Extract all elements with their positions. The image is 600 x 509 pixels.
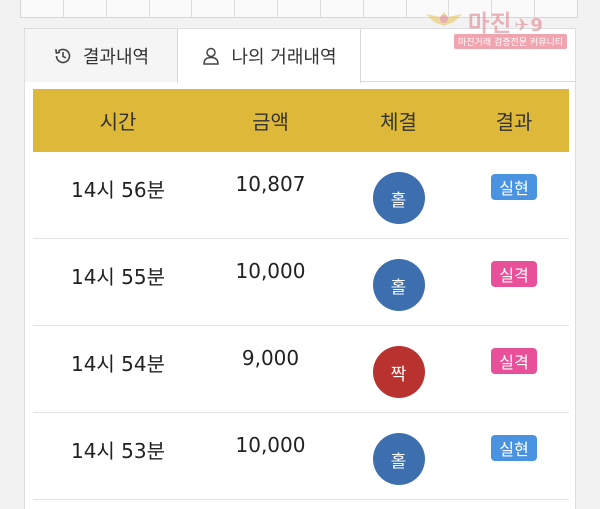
result-badge: 실격 — [491, 348, 537, 374]
watermark-title: 마진 ✈9 — [468, 11, 544, 37]
amount-text: 10,807 — [235, 172, 306, 196]
column-header-amount: 금액 — [252, 110, 289, 134]
user-icon — [203, 47, 220, 65]
table-header: 시간 금액 체결 결과 — [33, 89, 569, 152]
watermark-logo: 마진 ✈9 마진거래 검증전문 커뮤니티 — [420, 4, 590, 49]
tab-label: 나의 거래내역 — [231, 47, 337, 68]
tab-label: 결과내역 — [82, 46, 150, 68]
amount-cell: 10,000 — [203, 239, 338, 325]
watermark-subtitle: 마진거래 검증전문 커뮤니티 — [454, 34, 568, 49]
grid-cell — [64, 0, 107, 17]
pick-ball: 홀 — [372, 433, 425, 485]
result-cell: 실격 — [459, 326, 569, 412]
grid-cell — [278, 0, 321, 17]
time-cell: 14시 56분 — [33, 152, 203, 238]
column-header-time: 시간 — [99, 110, 137, 134]
amount-cell: 10,807 — [203, 152, 338, 238]
grid-cell — [107, 0, 150, 17]
grid-cell — [21, 0, 64, 17]
grid-cell — [364, 0, 407, 17]
result-cell: 실현 — [459, 413, 569, 499]
table-row: 14시 55분 10,000 홀 실격 — [33, 239, 569, 326]
amount-text: 9,000 — [241, 346, 300, 370]
history-icon — [54, 48, 71, 63]
pick-ball: 홀 — [372, 172, 425, 224]
amount-cell: 10,000 — [203, 413, 338, 499]
result-badge: 실격 — [491, 261, 537, 287]
pick-cell: 홀 — [338, 152, 459, 238]
result-cell: 실현 — [459, 152, 569, 238]
trade-history-panel: 결과내역 나의 거래내역 시간 금액 체결 결과 14시 56분 10,807 … — [24, 28, 576, 509]
result-badge: 실현 — [491, 435, 537, 461]
pick-cell: 짝 — [338, 326, 459, 412]
result-cell: 실격 — [459, 239, 569, 325]
trade-table: 시간 금액 체결 결과 14시 56분 10,807 홀 실현 14시 55분 … — [33, 89, 569, 500]
pick-ball: 홀 — [372, 259, 425, 311]
time-cell: 14시 55분 — [33, 239, 203, 325]
table-row: 14시 54분 9,000 짝 실격 — [33, 326, 569, 413]
amount-cell: 9,000 — [203, 326, 338, 412]
time-text: 14시 54분 — [70, 352, 166, 376]
pick-cell: 홀 — [338, 413, 459, 499]
tab-results-history[interactable]: 결과내역 — [25, 29, 177, 82]
column-header-result: 결과 — [495, 110, 533, 134]
amount-text: 10,000 — [235, 433, 306, 457]
pick-cell: 홀 — [338, 239, 459, 325]
time-cell: 14시 54분 — [33, 326, 203, 412]
time-cell: 14시 53분 — [33, 413, 203, 499]
table-row: 14시 53분 10,000 홀 실현 — [33, 413, 569, 500]
time-text: 14시 55분 — [70, 265, 166, 289]
table-row: 14시 56분 10,807 홀 실현 — [33, 152, 569, 239]
wings-logo-icon — [426, 12, 462, 26]
grid-cell — [321, 0, 364, 17]
pick-ball: 짝 — [372, 346, 425, 398]
time-text: 14시 56분 — [70, 178, 166, 202]
result-badge: 실현 — [491, 174, 537, 200]
grid-cell — [192, 0, 236, 17]
column-header-pick: 체결 — [380, 110, 417, 134]
time-text: 14시 53분 — [70, 439, 166, 463]
tab-my-trade-history[interactable]: 나의 거래내역 — [177, 29, 361, 83]
amount-text: 10,000 — [235, 259, 306, 283]
grid-cell — [150, 0, 193, 17]
grid-cell — [235, 0, 279, 17]
